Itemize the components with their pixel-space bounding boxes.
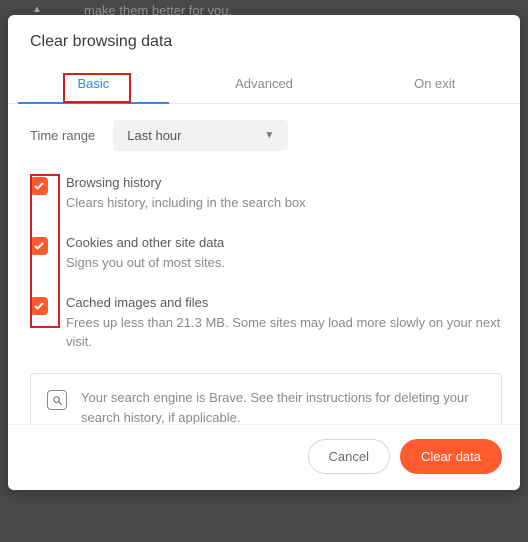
option-desc: Clears history, including in the search … [66,194,306,213]
option-title: Browsing history [66,175,306,190]
option-title: Cached images and files [66,295,502,310]
time-range-select[interactable]: Last hour ▼ [113,120,288,151]
tab-advanced[interactable]: Advanced [179,65,350,103]
dialog-title: Clear browsing data [8,15,520,65]
search-engine-notice: Your search engine is Brave. See their i… [30,373,502,424]
tab-on-exit[interactable]: On exit [349,65,520,103]
clear-browsing-data-dialog: Clear browsing data Basic Advanced On ex… [8,15,520,490]
option-title: Cookies and other site data [66,235,225,250]
dialog-tabs: Basic Advanced On exit [8,65,520,104]
checkbox-browsing-history[interactable] [30,177,48,195]
dialog-footer: Cancel Clear data [8,424,520,490]
time-range-label: Time range [30,128,95,143]
check-icon [33,300,45,312]
option-cookies: Cookies and other site data Signs you ou… [30,235,502,273]
option-browsing-history: Browsing history Clears history, includi… [30,175,502,213]
option-cached: Cached images and files Frees up less th… [30,295,502,352]
time-range-value: Last hour [127,128,181,143]
clear-data-button[interactable]: Clear data [400,439,502,474]
chevron-down-icon: ▼ [264,130,274,141]
tab-basic[interactable]: Basic [8,65,179,103]
magnifier-icon [47,390,67,410]
collapse-chevron-icon: ▲ [32,4,42,15]
check-icon [33,180,45,192]
option-desc: Signs you out of most sites. [66,254,225,273]
checkbox-cookies[interactable] [30,237,48,255]
option-desc: Frees up less than 21.3 MB. Some sites m… [66,314,502,352]
cancel-button[interactable]: Cancel [308,439,390,474]
notice-text: Your search engine is Brave. See their i… [81,388,485,424]
checkbox-cached[interactable] [30,297,48,315]
check-icon [33,240,45,252]
dialog-content: Time range Last hour ▼ Browsing history … [8,104,520,424]
